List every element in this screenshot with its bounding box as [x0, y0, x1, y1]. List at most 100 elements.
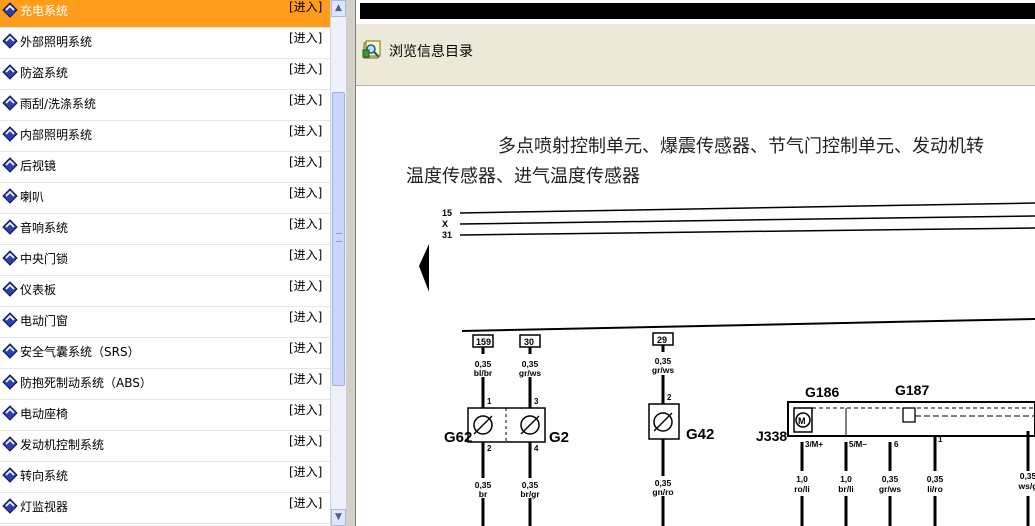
system-item[interactable]: 防抱死制动系统（ABS） [进入]	[0, 369, 330, 400]
svg-text:3: 3	[534, 397, 539, 406]
enter-link[interactable]: [进入]	[289, 153, 322, 170]
power-rails: 15 X 31	[442, 202, 1035, 240]
book-icon	[2, 157, 18, 173]
wiring-diagram-document: 多点喷射控制单元、爆震传感器、节气门控制单元、发动机转 温度传感器、进气温度传感…	[356, 86, 1035, 526]
pane-splitter[interactable]	[346, 0, 356, 526]
system-item[interactable]: 后视镜 [进入]	[0, 152, 330, 183]
bus-line	[461, 318, 1035, 332]
book-icon	[2, 281, 18, 297]
enter-link[interactable]: [进入]	[289, 308, 322, 325]
system-item[interactable]: 音响系统 [进入]	[0, 214, 330, 245]
svg-text:gr/ws: gr/ws	[879, 484, 901, 494]
book-icon	[2, 312, 18, 328]
system-item-label: 充电系统	[20, 4, 69, 18]
svg-text:bl/br: bl/br	[474, 368, 493, 378]
system-item[interactable]: 内部照明系统 [进入]	[0, 121, 330, 152]
book-icon	[2, 33, 18, 49]
system-item-label: 音响系统	[20, 221, 69, 235]
system-item[interactable]: 中央门锁 [进入]	[0, 245, 330, 276]
svg-text:G62: G62	[444, 429, 472, 446]
system-item[interactable]: 发动机控制系统 [进入]	[0, 431, 330, 462]
thumb-grip-icon	[336, 233, 342, 242]
enter-link[interactable]: [进入]	[289, 463, 322, 480]
svg-text:2: 2	[667, 393, 672, 402]
enter-link[interactable]: [进入]	[289, 91, 322, 108]
system-item[interactable]: 防盗系统 [进入]	[0, 59, 330, 90]
enter-link[interactable]: [进入]	[289, 370, 322, 387]
title-strip	[360, 3, 1035, 19]
book-icon	[2, 374, 18, 390]
svg-text:1,0: 1,0	[840, 474, 852, 484]
book-icon	[2, 126, 18, 142]
rail-31-line	[459, 227, 1035, 236]
throttle-unit-j338: G186 G187 J338 M	[756, 382, 1035, 444]
system-item-label: 电动门窗	[20, 314, 69, 328]
system-item[interactable]: 电动门窗 [进入]	[0, 307, 330, 338]
book-icon	[2, 467, 18, 483]
vertical-scrollbar[interactable]: ▲ ▼	[330, 0, 346, 526]
system-item-label: 安全气囊系统（SRS）	[20, 345, 140, 359]
enter-link[interactable]: [进入]	[289, 401, 322, 418]
rail-label-31: 31	[442, 230, 452, 240]
system-item[interactable]: 灯监视器 [进入]	[0, 493, 330, 524]
svg-text:br/gr: br/gr	[520, 489, 540, 499]
system-item[interactable]: 充电系统 [进入]	[0, 0, 330, 28]
enter-link[interactable]: [进入]	[289, 432, 322, 449]
svg-text:G2: G2	[549, 429, 569, 446]
book-icon	[2, 405, 18, 421]
svg-text:li/ro: li/ro	[927, 484, 943, 494]
svg-text:J338: J338	[756, 428, 787, 444]
sensor-g42: G42	[648, 403, 714, 443]
enter-link[interactable]: [进入]	[289, 29, 322, 46]
svg-text:1: 1	[487, 397, 492, 406]
toolbar: 浏览信息目录	[356, 24, 1035, 86]
svg-text:4: 4	[534, 444, 539, 453]
system-item[interactable]: 安全气囊系统（SRS） [进入]	[0, 338, 330, 369]
system-item[interactable]: 外部照明系统 [进入]	[0, 28, 330, 59]
scroll-thumb[interactable]	[332, 92, 345, 386]
system-item-label: 雨刮/洗涤系统	[20, 97, 97, 111]
svg-text:29: 29	[657, 335, 667, 345]
book-icon	[2, 219, 18, 235]
enter-link[interactable]: [进入]	[289, 215, 322, 232]
system-item-label: 仪表板	[20, 283, 57, 297]
enter-link[interactable]: [进入]	[289, 277, 322, 294]
enter-link[interactable]: [进入]	[289, 0, 322, 15]
scroll-up-button[interactable]: ▲	[331, 0, 346, 17]
svg-text:M: M	[798, 416, 806, 426]
scroll-down-button[interactable]: ▼	[331, 509, 346, 526]
system-item[interactable]: 雨刮/洗涤系统 [进入]	[0, 90, 330, 121]
book-icon	[2, 64, 18, 80]
rail-15-line	[459, 202, 1035, 214]
system-item-label: 后视镜	[20, 159, 57, 173]
system-item-label: 转向系统	[20, 469, 69, 483]
svg-text:6: 6	[894, 440, 899, 449]
svg-text:30: 30	[524, 337, 534, 347]
system-item[interactable]: 仪表板 [进入]	[0, 276, 330, 307]
page-marker-arrow-icon	[419, 244, 429, 292]
enter-link[interactable]: [进入]	[289, 122, 322, 139]
svg-text:G186: G186	[805, 384, 839, 400]
enter-link[interactable]: [进入]	[289, 184, 322, 201]
system-item[interactable]: 电动座椅 [进入]	[0, 400, 330, 431]
book-icon	[2, 95, 18, 111]
enter-link[interactable]: [进入]	[289, 60, 322, 77]
book-icon	[2, 188, 18, 204]
system-item[interactable]: 喇叭 [进入]	[0, 183, 330, 214]
enter-link[interactable]: [进入]	[289, 494, 322, 511]
wire-labels: 0,35 bl/br 0,35 gr/ws 0,35 gr/ws 0,35 br…	[474, 356, 1035, 499]
svg-text:G42: G42	[686, 426, 714, 443]
svg-text:gr/ws: gr/ws	[519, 368, 541, 378]
svg-text:gr/ws: gr/ws	[652, 365, 674, 375]
system-item-label: 喇叭	[20, 190, 45, 204]
svg-text:3/M+: 3/M+	[805, 440, 823, 449]
system-list-panel: 充电系统 [进入] 外部照明系统 [进入] 防盗系统 [进入] 雨刮/洗涤系统 [进入] 内部照…	[0, 0, 330, 526]
enter-link[interactable]: [进入]	[289, 339, 322, 356]
system-item[interactable]: 转向系统 [进入]	[0, 462, 330, 493]
svg-text:G187: G187	[895, 382, 929, 398]
svg-text:5/M–: 5/M–	[849, 440, 867, 449]
system-item-label: 防盗系统	[20, 66, 69, 80]
svg-text:0,35: 0,35	[1020, 471, 1035, 481]
enter-link[interactable]: [进入]	[289, 246, 322, 263]
svg-text:br/li: br/li	[838, 484, 854, 494]
